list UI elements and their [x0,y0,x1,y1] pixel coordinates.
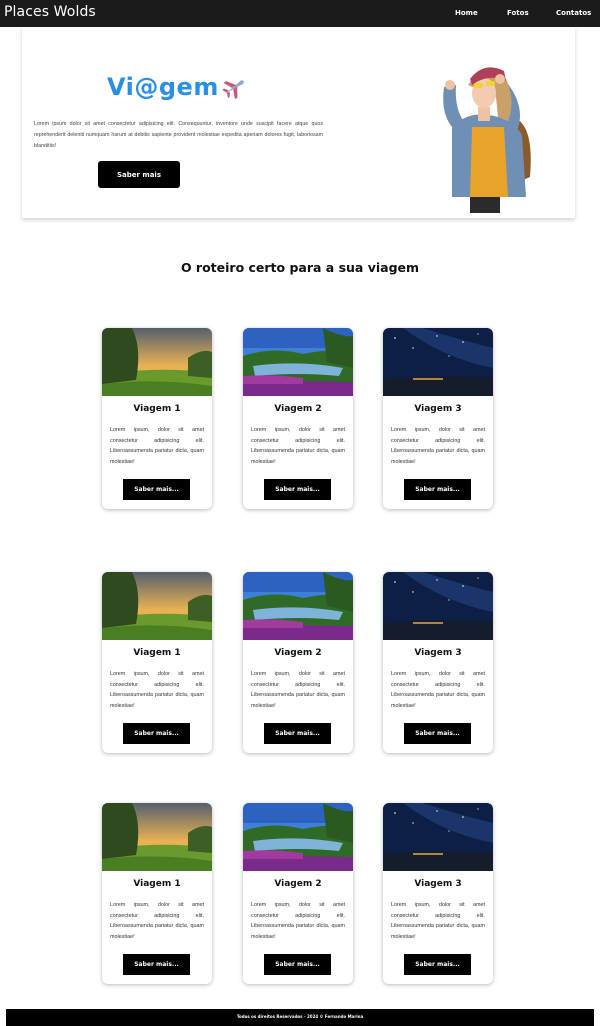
nav-home[interactable]: Home [455,9,478,17]
garden-lake-image [243,572,353,640]
card-description: Lorem ipsum, dolor sit amet consectetur … [110,902,204,940]
footer-copyright: Todos os direitos Reservados - 2024 © Fe… [236,1014,364,1019]
card-title: Viagem 2 [274,648,322,658]
traveler-illustration [443,67,531,213]
card-description: Lorem ipsum, dolor sit amet consectetur … [251,902,345,940]
card-title: Viagem 2 [274,404,322,414]
card-title: Viagem 3 [414,648,462,658]
card-description: Lorem ipsum, dolor sit amet consectetur … [251,671,345,709]
card-description: Lorem ipsum, dolor sit amet consectetur … [391,671,485,709]
card-title: Viagem 1 [133,404,181,414]
night-sky-image [383,328,493,396]
saber-mais-button[interactable]: Saber mais... [264,479,331,500]
nav-fotos[interactable]: Fotos [507,9,529,17]
garden-lake-image [243,328,353,396]
saber-mais-button[interactable]: Saber mais... [264,954,331,975]
hero-description: Lorem ipsum dolor sit amet consectetur a… [34,121,323,149]
night-sky-image [383,572,493,640]
trip-card-2: Viagem 2 Lorem ipsum, dolor sit amet con… [243,803,353,984]
trip-card-3: Viagem 3 Lorem ipsum, dolor sit amet con… [383,572,493,753]
night-sky-image [383,803,493,871]
saber-mais-button[interactable]: Saber mais... [404,479,471,500]
nav-contatos[interactable]: Contatos [556,9,591,17]
card-title: Viagem 3 [414,879,462,889]
top-navbar: Places Wolds Home Fotos Contatos [0,0,600,27]
sunset-landscape-image [102,328,212,396]
saber-mais-button[interactable]: Saber mais... [264,723,331,744]
hero-panel: Vi@gem Lorem ipsum dolor sit amet consec… [22,27,575,218]
card-description: Lorem ipsum, dolor sit amet consectetur … [391,902,485,940]
trip-card-3: Viagem 3 Lorem ipsum, dolor sit amet con… [383,328,493,509]
sunset-landscape-image [102,572,212,640]
saber-mais-button[interactable]: Saber mais... [123,954,190,975]
sunset-landscape-image [102,803,212,871]
card-title: Viagem 3 [414,404,462,414]
card-title: Viagem 1 [133,879,181,889]
card-description: Lorem ipsum, dolor sit amet consectetur … [391,427,485,465]
trip-card-3: Viagem 3 Lorem ipsum, dolor sit amet con… [383,803,493,984]
trip-card-2: Viagem 2 Lorem ipsum, dolor sit amet con… [243,328,353,509]
card-description: Lorem ipsum, dolor sit amet consectetur … [251,427,345,465]
card-description: Lorem ipsum, dolor sit amet consectetur … [110,427,204,465]
trip-card-2: Viagem 2 Lorem ipsum, dolor sit amet con… [243,572,353,753]
airplane-icon [222,80,244,100]
saber-mais-button[interactable]: Saber mais... [123,723,190,744]
garden-lake-image [243,803,353,871]
card-description: Lorem ipsum, dolor sit amet consectetur … [110,671,204,709]
trip-card-1: Viagem 1 Lorem ipsum, dolor sit amet con… [102,803,212,984]
saber-mais-hero-button[interactable]: Saber mais [98,161,180,188]
trip-card-1: Viagem 1 Lorem ipsum, dolor sit amet con… [102,328,212,509]
saber-mais-button[interactable]: Saber mais... [123,479,190,500]
trip-card-1: Viagem 1 Lorem ipsum, dolor sit amet con… [102,572,212,753]
page-footer: Todos os direitos Reservados - 2024 © Fe… [6,1009,594,1026]
saber-mais-button[interactable]: Saber mais... [404,723,471,744]
hero-title: Vi@gem [107,73,219,101]
card-title: Viagem 1 [133,648,181,658]
saber-mais-button[interactable]: Saber mais... [404,954,471,975]
brand-logo[interactable]: Places Wolds [4,4,96,20]
card-title: Viagem 2 [274,879,322,889]
section-title: O roteiro certo para a sua viagem [180,260,420,275]
